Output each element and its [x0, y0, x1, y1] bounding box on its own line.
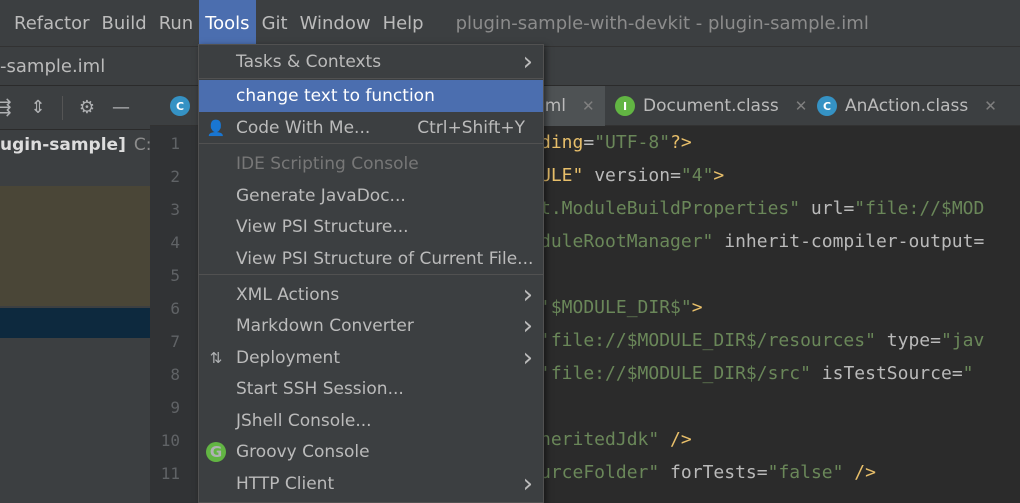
collapse-all-icon[interactable]: ⇕ — [28, 97, 48, 118]
code-line: ding="UTF-8"?> — [540, 132, 692, 153]
menu-item-label: Groovy Console — [236, 442, 370, 462]
menu-item-view-psi-structure-of-current-file[interactable]: View PSI Structure of Current File... — [199, 243, 543, 275]
menu-tools[interactable]: Tools — [199, 0, 256, 46]
menu-item-deployment[interactable]: ⇅ Deployment › — [199, 342, 543, 374]
project-toolbar: ⇶ ⇕ ⚙ — — [0, 86, 150, 130]
expand-all-icon[interactable]: ⇶ — [0, 97, 14, 118]
toolbar-separator — [62, 95, 63, 120]
project-tree-highlight — [0, 186, 150, 306]
project-root-path: C:\Us — [133, 135, 150, 155]
menu-item-ide-scripting-console: IDE Scripting Console — [199, 148, 543, 180]
menu-item-label: IDE Scripting Console — [236, 154, 419, 174]
menu-item-label: Generate JavaDoc... — [236, 186, 406, 206]
tab-label: AnAction.class — [845, 96, 969, 116]
project-root-node[interactable]: ugin-sample] C:\Us — [0, 130, 150, 160]
code-line: t.ModuleBuildProperties" url="file://$MO… — [540, 198, 985, 219]
line-number: 11 — [160, 464, 180, 483]
tab-document-class[interactable]: I Document.class ✕ — [605, 86, 817, 126]
menu-item-label: change text to function — [236, 86, 435, 106]
code-with-me-icon: 👤 — [206, 119, 226, 137]
line-number: 7 — [170, 332, 180, 351]
menu-refactor[interactable]: Refactor — [0, 0, 96, 46]
gear-icon[interactable]: ⚙ — [77, 97, 97, 118]
code-line: ULE" version="4"> — [540, 165, 725, 186]
menu-item-label: Tasks & Contexts — [236, 52, 382, 72]
chevron-right-icon: › — [522, 280, 533, 310]
menu-item-markdown-converter[interactable]: Markdown Converter › — [199, 310, 543, 342]
line-number: 8 — [170, 365, 180, 384]
menu-git[interactable]: Git — [256, 0, 294, 46]
menu-item-groovy-console[interactable]: G Groovy Console — [199, 436, 543, 468]
line-number: 3 — [170, 200, 180, 219]
project-tool-window: ⇶ ⇕ ⚙ — ugin-sample] C:\Us — [0, 86, 150, 503]
tab-label: Document.class — [643, 96, 779, 116]
menu-item-label: Code With Me... — [236, 118, 371, 138]
minimize-icon[interactable]: — — [111, 97, 131, 118]
class-icon: C — [170, 96, 190, 116]
chevron-right-icon: › — [522, 343, 533, 373]
menu-item-view-psi-structure[interactable]: View PSI Structure... — [199, 211, 543, 243]
menu-item-change-text-to-function[interactable]: change text to function — [199, 80, 543, 112]
chevron-right-icon: › — [522, 311, 533, 341]
menu-item-label: Deployment — [236, 348, 340, 368]
close-icon[interactable]: ✕ — [582, 97, 595, 115]
menu-item-tasks-contexts[interactable]: Tasks & Contexts › — [199, 46, 543, 78]
menu-item-label: XML Actions — [236, 285, 340, 305]
class-icon: C — [817, 96, 837, 116]
line-number: 2 — [170, 167, 180, 186]
menu-item-label: HTTP Client — [236, 474, 335, 494]
groovy-icon: G — [206, 442, 226, 462]
close-icon[interactable]: ✕ — [795, 97, 808, 115]
interface-icon: I — [615, 96, 635, 116]
main-menubar: Refactor Build Run Tools Git Window Help… — [0, 0, 1020, 46]
line-number: 10 — [160, 431, 180, 450]
breadcrumb-file[interactable]: -sample.iml — [0, 56, 105, 77]
menu-item-shortcut: Ctrl+Shift+Y — [417, 118, 525, 138]
menu-item-label: View PSI Structure of Current File... — [236, 249, 534, 269]
menu-item-jshell-console[interactable]: JShell Console... — [199, 405, 543, 437]
project-root-name: ugin-sample] — [0, 135, 126, 155]
menu-help[interactable]: Help — [377, 0, 430, 46]
menu-item-label: Start SSH Session... — [236, 379, 404, 399]
window-title: plugin-sample-with-devkit - plugin-sampl… — [455, 12, 869, 34]
menu-separator — [199, 274, 543, 275]
code-line: '$MODULE_DIR$"> — [540, 297, 703, 318]
menu-build[interactable]: Build — [96, 0, 153, 46]
menu-item-label: View PSI Structure... — [236, 217, 409, 237]
line-number: 5 — [170, 266, 180, 285]
menu-separator — [199, 78, 543, 79]
menu-run[interactable]: Run — [153, 0, 200, 46]
line-number: 9 — [170, 398, 180, 417]
tab-anaction-class[interactable]: C AnAction.class ✕ — [807, 86, 1007, 126]
menu-window[interactable]: Window — [294, 0, 377, 46]
line-number: 1 — [170, 134, 180, 153]
code-line: neritedJdk" /> — [540, 429, 692, 450]
code-line: duleRootManager" inherit-compiler-output… — [540, 231, 985, 252]
line-number: 6 — [170, 299, 180, 318]
tab-partial[interactable]: C — [160, 86, 200, 126]
menu-item-label: JShell Console... — [236, 411, 372, 431]
tools-menu: Tasks & Contexts › change text to function… — [198, 44, 544, 503]
project-tree-selected-row[interactable] — [0, 308, 150, 338]
menu-item-start-ssh-session[interactable]: Start SSH Session... — [199, 373, 543, 405]
close-icon[interactable]: ✕ — [984, 97, 997, 115]
deployment-icon: ⇅ — [209, 349, 223, 367]
menu-separator — [199, 143, 543, 144]
menu-item-generate-javadoc[interactable]: Generate JavaDoc... — [199, 180, 543, 212]
menu-item-label: Markdown Converter — [236, 316, 414, 336]
chevron-right-icon: › — [522, 469, 533, 499]
code-line: 'file://$MODULE_DIR$/resources" type="ja… — [540, 330, 985, 351]
chevron-right-icon: › — [522, 47, 533, 77]
menu-item-http-client[interactable]: HTTP Client › — [199, 468, 543, 500]
menu-item-code-with-me[interactable]: 👤 Code With Me... Ctrl+Shift+Y — [199, 112, 543, 144]
menu-item-xml-actions[interactable]: XML Actions › — [199, 279, 543, 311]
code-line: 'file://$MODULE_DIR$/src" isTestSource=" — [540, 363, 974, 384]
code-line: urceFolder" forTests="false" /> — [540, 462, 876, 483]
line-number: 4 — [170, 233, 180, 252]
